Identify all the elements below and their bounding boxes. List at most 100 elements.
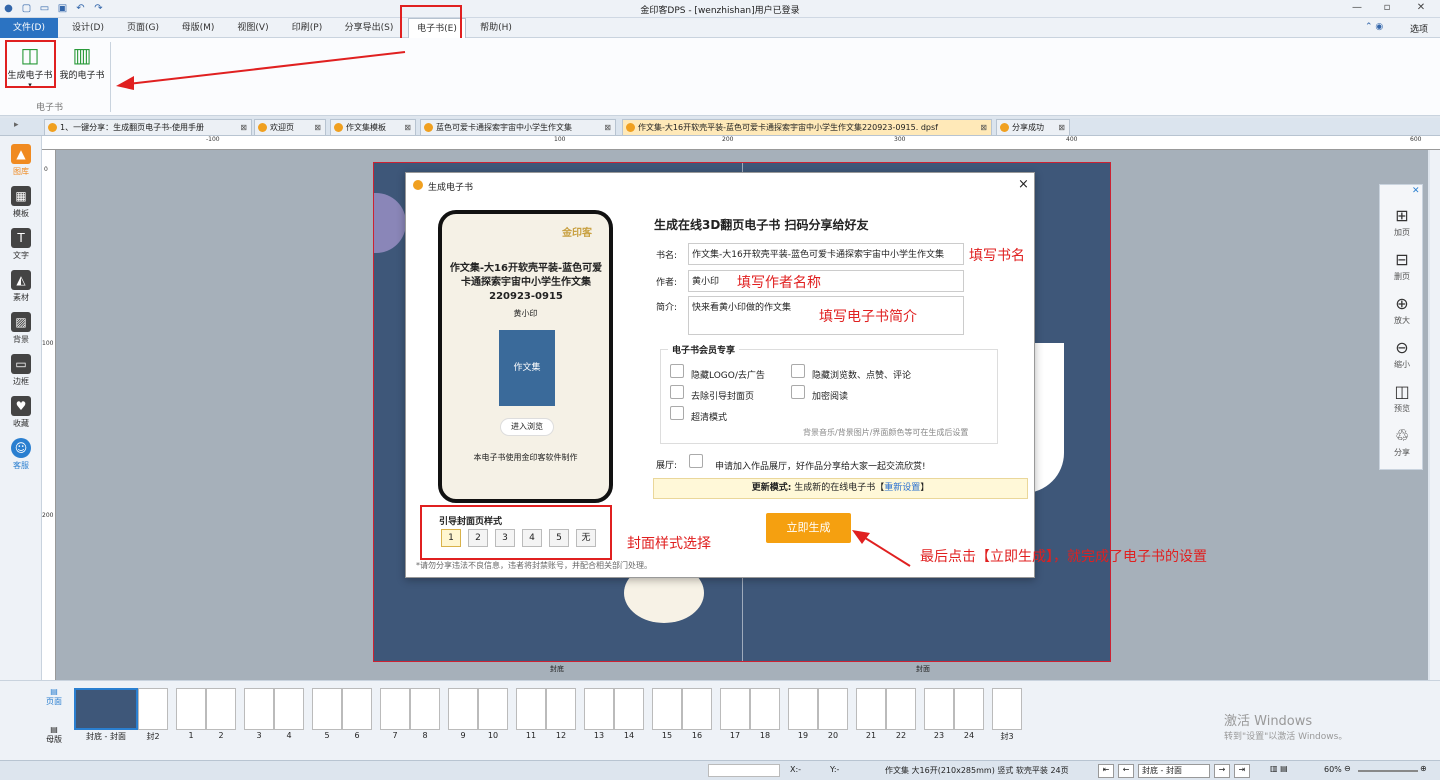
page-thumbnail[interactable] (614, 688, 644, 730)
page-thumbnail[interactable] (682, 688, 712, 730)
menu-print[interactable]: 印刷(P) (282, 18, 332, 38)
zoom-slider[interactable] (1358, 770, 1418, 772)
cover-style-3[interactable]: 3 (495, 529, 515, 547)
next-page-icon[interactable]: → (1214, 764, 1230, 778)
collapse-panel-icon[interactable]: ▸ (14, 120, 19, 130)
page-thumbnail[interactable] (410, 688, 440, 730)
maximize-icon[interactable]: ▫ (1376, 2, 1398, 16)
page-thumbnail[interactable] (924, 688, 954, 730)
author-input[interactable]: 黄小印 (688, 270, 964, 292)
page-thumbnail[interactable] (342, 688, 372, 730)
zoom-out-icon[interactable]: ⊖ (1344, 764, 1351, 773)
page-thumbnail[interactable] (818, 688, 848, 730)
page-thumbnail[interactable] (954, 688, 984, 730)
tool-text[interactable]: T 文字 (0, 224, 42, 266)
page-select[interactable]: 封底 - 封面 (1138, 764, 1210, 778)
tool-favorites[interactable]: ♥ 收藏 (0, 392, 42, 434)
page-thumbnail[interactable] (546, 688, 576, 730)
close-icon[interactable]: ⊠ (980, 120, 987, 135)
page-thumbnail[interactable] (138, 688, 168, 730)
last-page-icon[interactable]: ⇥ (1234, 764, 1250, 778)
tab-welcome[interactable]: 欢迎页 ⊠ (254, 119, 326, 135)
cover-style-1[interactable]: 1 (441, 529, 461, 547)
zoom-out-button[interactable]: ⊖ 缩小 (1380, 337, 1424, 381)
my-ebooks-button[interactable]: ▥ 我的电子书 (56, 42, 108, 92)
help-icon[interactable]: ⌃ ◉ (1365, 22, 1383, 32)
generate-now-button[interactable]: 立即生成 (766, 513, 851, 543)
cover-style-2[interactable]: 2 (468, 529, 488, 547)
prev-page-icon[interactable]: ← (1118, 764, 1134, 778)
page-thumbnail[interactable] (74, 688, 138, 730)
tab-current-document[interactable]: 作文集-大16开软壳平装-蓝色可爱卡通探索宇宙中小学生作文集220923-091… (622, 119, 992, 135)
page-thumbnail[interactable] (380, 688, 410, 730)
dialog-close-icon[interactable]: × (1018, 177, 1029, 192)
menu-design[interactable]: 设计(D) (62, 18, 114, 38)
zoom-in-button[interactable]: ⊕ 放大 (1380, 293, 1424, 337)
page-thumbnail[interactable] (788, 688, 818, 730)
close-icon[interactable]: ⊠ (314, 120, 321, 135)
close-icon[interactable]: ⊠ (1058, 120, 1065, 135)
tab-template[interactable]: 作文集模板 ⊠ (330, 119, 416, 135)
close-icon[interactable]: ⊠ (240, 120, 247, 135)
page-thumbnail[interactable] (886, 688, 916, 730)
delete-page-button[interactable]: ⊟ 删页 (1380, 249, 1424, 293)
menu-view[interactable]: 视图(V) (228, 18, 278, 38)
close-icon[interactable]: ⊠ (404, 120, 411, 135)
tool-gallery[interactable]: ▲ 图库 (0, 140, 42, 182)
view-mode-icon[interactable]: ▥ ▤ (1270, 764, 1288, 773)
page-thumbnail[interactable] (206, 688, 236, 730)
first-page-icon[interactable]: ⇤ (1098, 764, 1114, 778)
cover-style-5[interactable]: 5 (549, 529, 569, 547)
tool-background[interactable]: ▨ 背景 (0, 308, 42, 350)
page-thumbnail[interactable] (516, 688, 546, 730)
page-thumbnail[interactable] (720, 688, 750, 730)
tool-material[interactable]: ◭ 素材 (0, 266, 42, 308)
cover-style-4[interactable]: 4 (522, 529, 542, 547)
page-thumbnail[interactable] (856, 688, 886, 730)
hide-logo-checkbox[interactable] (670, 364, 684, 378)
preview-button[interactable]: ◫ 预览 (1380, 381, 1424, 425)
options-menu[interactable]: 选项 (1410, 22, 1428, 35)
remove-cover-checkbox[interactable] (670, 385, 684, 399)
hide-stats-checkbox[interactable] (791, 364, 805, 378)
page-thumbnail[interactable] (448, 688, 478, 730)
page-thumbnail[interactable] (584, 688, 614, 730)
page-thumbnail-label: 20 (827, 731, 839, 740)
reset-link[interactable]: 重新设置 (884, 483, 920, 493)
cover-style-none[interactable]: 无 (576, 529, 596, 547)
page-thumbnail[interactable] (652, 688, 682, 730)
vertical-scrollbar[interactable] (1430, 150, 1440, 680)
tab-manual[interactable]: 1、一键分享：生成翻页电子书-使用手册 ⊠ (44, 119, 252, 135)
menu-share-export[interactable]: 分享导出(S) (338, 18, 400, 38)
menu-help[interactable]: 帮助(H) (472, 18, 520, 38)
hall-checkbox[interactable] (689, 454, 703, 468)
tab-share-success[interactable]: 分享成功 ⊠ (996, 119, 1070, 135)
page-thumbnail[interactable] (312, 688, 342, 730)
master-tab[interactable]: ▤ 母版 (44, 725, 64, 745)
add-page-button[interactable]: ⊞ 加页 (1380, 205, 1424, 249)
zoom-in-icon[interactable]: ⊕ (1420, 764, 1427, 773)
menu-file[interactable]: 文件(D) (0, 18, 58, 38)
page-thumbnail[interactable] (992, 688, 1022, 730)
encrypt-checkbox[interactable] (791, 385, 805, 399)
tool-service[interactable]: ☺ 客服 (0, 434, 42, 476)
close-icon[interactable]: ✕ (1412, 186, 1420, 196)
tool-border[interactable]: ▭ 边框 (0, 350, 42, 392)
close-icon[interactable]: ⊠ (604, 120, 611, 135)
pages-tab[interactable]: ▤ 页面 (44, 687, 64, 707)
page-thumbnail[interactable] (478, 688, 508, 730)
page-thumbnail[interactable] (176, 688, 206, 730)
page-thumbnail[interactable] (274, 688, 304, 730)
menu-page[interactable]: 页面(G) (118, 18, 168, 38)
menu-master[interactable]: 母版(M) (172, 18, 224, 38)
close-window-icon[interactable]: ✕ (1410, 2, 1432, 16)
tab-blue-template[interactable]: 蓝色可爱卡通探索宇宙中小学生作文集 ⊠ (420, 119, 616, 135)
book-name-input[interactable]: 作文集-大16开软壳平装-蓝色可爱卡通探索宇宙中小学生作文集 (688, 243, 964, 265)
page-thumbnail[interactable] (750, 688, 780, 730)
tool-template[interactable]: ▦ 模板 (0, 182, 42, 224)
share-button[interactable]: ♲ 分享 (1380, 425, 1424, 469)
menu-bar: 文件(D) 设计(D) 页面(G) 母版(M) 视图(V) 印刷(P) 分享导出… (0, 18, 1440, 38)
page-thumbnail[interactable] (244, 688, 274, 730)
hd-checkbox[interactable] (670, 406, 684, 420)
minimize-icon[interactable]: — (1346, 2, 1368, 16)
